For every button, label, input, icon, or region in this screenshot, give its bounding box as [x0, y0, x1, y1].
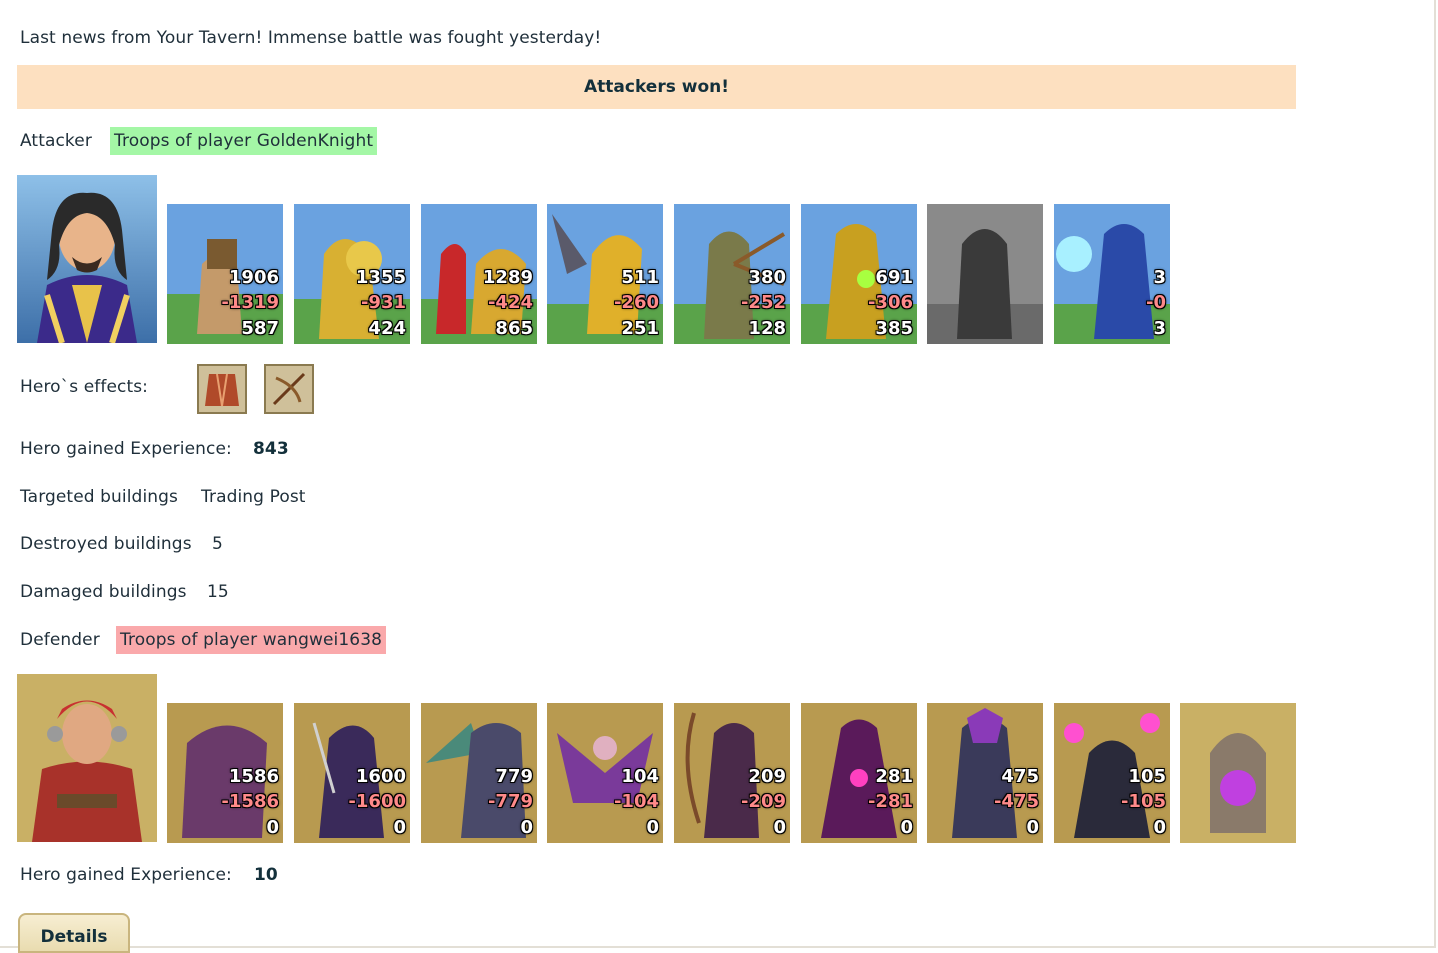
news-line: Last news from Your Tavern! Immense batt… — [20, 28, 602, 48]
armor-effect-icon[interactable] — [197, 364, 247, 414]
unit-lost-count: -1600 — [348, 791, 406, 812]
attacker-experience-value: 843 — [253, 439, 289, 459]
unit-left-count: 0 — [900, 817, 913, 838]
unit-start-count: 1355 — [355, 267, 406, 288]
hero-effects-label: Hero`s effects: — [20, 377, 149, 397]
defender-unit-2[interactable]: 1600 -1600 0 — [294, 703, 410, 843]
defender-hero-portrait[interactable] — [17, 674, 157, 842]
unit-start-count: 779 — [495, 766, 533, 787]
targeted-buildings-label: Targeted buildings — [20, 487, 178, 507]
unit-lost-count: -209 — [740, 791, 786, 812]
unit-start-count: 691 — [875, 267, 913, 288]
defender-unit-6[interactable]: 281 -281 0 — [801, 703, 917, 843]
unit-start-count: 1289 — [482, 267, 533, 288]
unit-lost-count: -260 — [613, 292, 659, 313]
crossbow-effect-icon[interactable] — [264, 364, 314, 414]
unit-left-count: 251 — [621, 318, 659, 339]
unit-left-count: 0 — [520, 817, 533, 838]
attacker-unit-4[interactable]: 511 -260 251 — [547, 204, 663, 344]
unit-lost-count: -252 — [740, 292, 786, 313]
attacker-unit-5[interactable]: 380 -252 128 — [674, 204, 790, 344]
defender-label: Defender — [20, 630, 100, 650]
unit-start-count: 281 — [875, 766, 913, 787]
unit-start-count: 104 — [621, 766, 659, 787]
unit-left-count: 865 — [495, 318, 533, 339]
attacker-unit-2[interactable]: 1355 -931 424 — [294, 204, 410, 344]
attacker-label: Attacker — [20, 131, 92, 151]
unit-lost-count: -931 — [360, 292, 406, 313]
defender-unit-7[interactable]: 475 -475 0 — [927, 703, 1043, 843]
attacker-unit-8[interactable]: 3 -0 3 — [1054, 204, 1170, 344]
attacker-name[interactable]: Troops of player GoldenKnight — [110, 127, 378, 155]
defender-unit-9[interactable] — [1180, 703, 1296, 843]
unit-start-count: 1600 — [355, 766, 406, 787]
unit-lost-count: -104 — [613, 791, 659, 812]
targeted-buildings-value: Trading Post — [201, 487, 306, 507]
unit-left-count: 385 — [875, 318, 913, 339]
unit-lost-count: -0 — [1146, 292, 1166, 313]
defender-unit-4[interactable]: 104 -104 0 — [547, 703, 663, 843]
attacker-unit-7[interactable] — [927, 204, 1043, 344]
unit-start-count: 380 — [748, 267, 786, 288]
unit-start-count: 1906 — [228, 267, 279, 288]
defender-unit-8[interactable]: 105 -105 0 — [1054, 703, 1170, 843]
unit-lost-count: -1586 — [221, 791, 279, 812]
details-button[interactable]: Details — [18, 913, 130, 953]
unit-left-count: 3 — [1153, 318, 1166, 339]
unit-left-count: 0 — [1026, 817, 1039, 838]
unit-start-count: 475 — [1001, 766, 1039, 787]
attacker-unit-3[interactable]: 1289 -424 865 — [421, 204, 537, 344]
unit-start-count: 209 — [748, 766, 786, 787]
unit-lost-count: -306 — [867, 292, 913, 313]
unit-left-count: 0 — [266, 817, 279, 838]
attacker-experience-label: Hero gained Experience: — [20, 439, 232, 459]
unit-left-count: 587 — [241, 318, 279, 339]
unit-start-count: 1586 — [228, 766, 279, 787]
attacker-unit-1[interactable]: 1906 -1319 587 — [167, 204, 283, 344]
damaged-buildings-label: Damaged buildings — [20, 582, 187, 602]
unit-lost-count: -1319 — [221, 292, 279, 313]
unit-start-count: 3 — [1153, 267, 1166, 288]
destroyed-buildings-label: Destroyed buildings — [20, 534, 192, 554]
unit-lost-count: -779 — [487, 791, 533, 812]
unit-start-count: 105 — [1128, 766, 1166, 787]
defender-unit-5[interactable]: 209 -209 0 — [674, 703, 790, 843]
unit-left-count: 0 — [1153, 817, 1166, 838]
defender-name[interactable]: Troops of player wangwei1638 — [116, 626, 387, 654]
attacker-unit-6[interactable]: 691 -306 385 — [801, 204, 917, 344]
defender-experience-value: 10 — [254, 865, 278, 885]
unit-start-count: 511 — [621, 267, 659, 288]
unit-left-count: 0 — [773, 817, 786, 838]
defender-unit-1[interactable]: 1586 -1586 0 — [167, 703, 283, 843]
unit-left-count: 0 — [393, 817, 406, 838]
unit-lost-count: -105 — [1120, 791, 1166, 812]
damaged-buildings-value: 15 — [207, 582, 229, 602]
unit-left-count: 128 — [748, 318, 786, 339]
unit-lost-count: -281 — [867, 791, 913, 812]
destroyed-buildings-value: 5 — [212, 534, 223, 554]
unit-left-count: 0 — [646, 817, 659, 838]
battle-result-banner: Attackers won! — [17, 65, 1296, 109]
unit-left-count: 424 — [368, 318, 406, 339]
attacker-hero-portrait[interactable] — [17, 175, 157, 343]
unit-lost-count: -475 — [993, 791, 1039, 812]
defender-unit-3[interactable]: 779 -779 0 — [421, 703, 537, 843]
defender-experience-label: Hero gained Experience: — [20, 865, 232, 885]
unit-lost-count: -424 — [487, 292, 533, 313]
